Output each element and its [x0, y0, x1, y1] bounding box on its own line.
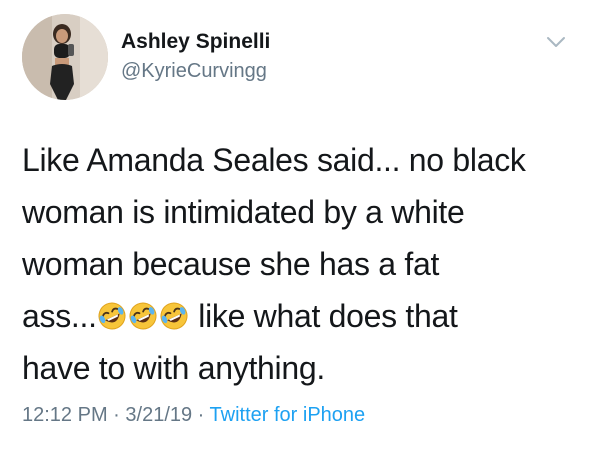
tweet-line: woman because she has a fat: [22, 246, 440, 282]
tweet-time[interactable]: 12:12 PM: [22, 404, 108, 426]
rolling-on-floor-laughing-emoji: [129, 302, 157, 330]
avatar[interactable]: [22, 14, 108, 100]
tweet-line-text: like what does that: [189, 298, 458, 334]
tweet-card: Ashley Spinelli @KyrieCurvingg Like Aman…: [0, 0, 590, 451]
tweet-meta: 12:12 PM · 3/21/19 · Twitter for iPhone: [22, 404, 365, 427]
user-handle[interactable]: @KyrieCurvingg: [121, 60, 267, 83]
meta-separator: ·: [192, 404, 210, 426]
tweet-line: woman is intimidated by a white: [22, 194, 465, 230]
tweet-line: Like Amanda Seales said... no black: [22, 142, 526, 178]
tweet-line: have to with anything.: [22, 350, 325, 386]
tweet-line: ass... like what does that: [22, 290, 572, 342]
tweet-text: Like Amanda Seales said... no black woma…: [22, 134, 572, 394]
chevron-down-icon[interactable]: [545, 34, 567, 50]
tweet-date[interactable]: 3/21/19: [125, 404, 192, 426]
rolling-on-floor-laughing-emoji: [98, 302, 126, 330]
rolling-on-floor-laughing-emoji: [160, 302, 188, 330]
avatar-photo: [22, 14, 108, 100]
meta-separator: ·: [107, 404, 126, 426]
tweet-source-link[interactable]: Twitter for iPhone: [210, 404, 366, 426]
tweet-line-text: ass...: [22, 298, 97, 334]
display-name[interactable]: Ashley Spinelli: [121, 30, 270, 54]
